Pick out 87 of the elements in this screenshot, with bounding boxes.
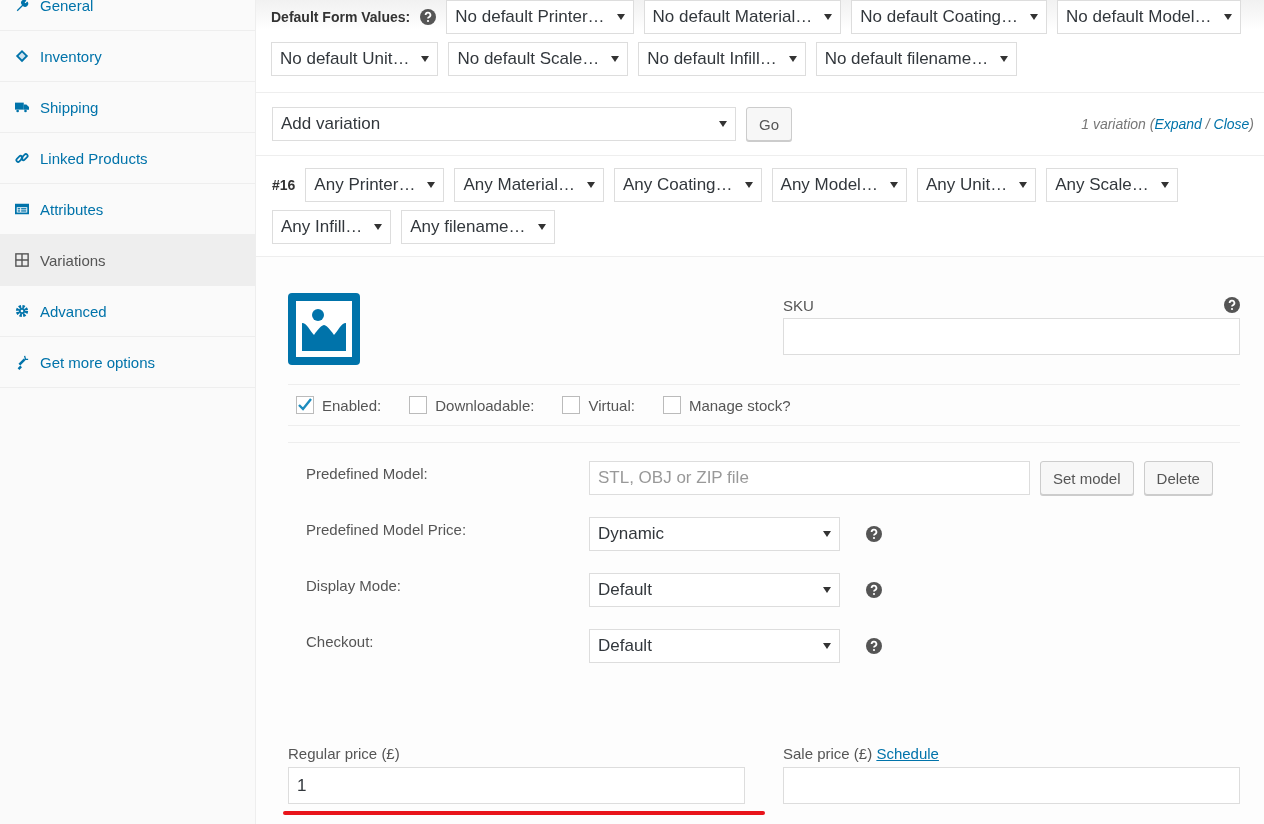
dropdown[interactable]: No default Model… xyxy=(1057,0,1241,34)
sidebar-tab[interactable]: Inventory xyxy=(0,31,255,82)
dropdown[interactable]: No default filename… xyxy=(815,42,1018,76)
caret-icon xyxy=(616,14,625,20)
field-label: Predefined Model Price: xyxy=(306,520,468,538)
sku-field[interactable] xyxy=(783,318,1240,355)
dropdown[interactable]: No default Coating… xyxy=(851,0,1048,34)
field-label: Checkout: xyxy=(306,632,375,650)
dropdown[interactable]: Any Scale… xyxy=(1046,168,1178,202)
delete-button[interactable]: Delete xyxy=(1143,461,1213,495)
help-icon[interactable] xyxy=(866,526,882,542)
go-button[interactable]: Go xyxy=(746,107,792,141)
sidebar-tab[interactable]: Advanced xyxy=(0,286,255,337)
help-icon[interactable] xyxy=(866,582,882,598)
help-icon[interactable] xyxy=(866,638,882,654)
dropdown[interactable]: Any Coating… xyxy=(613,168,762,202)
caret-icon xyxy=(1160,182,1169,188)
sidebar-tab[interactable]: Get more options xyxy=(0,337,255,388)
sidebar-tab[interactable]: Shipping xyxy=(0,82,255,133)
dropdown[interactable]: Any Material… xyxy=(454,168,604,202)
help-icon[interactable] xyxy=(1224,297,1240,313)
dropdown[interactable]: No default Infill… xyxy=(638,42,806,76)
field-label: Default Form Values: xyxy=(271,9,411,25)
caret-icon xyxy=(889,182,898,188)
dropdown[interactable]: Add variation xyxy=(272,107,736,141)
expand-link[interactable]: Expand xyxy=(1154,116,1202,132)
caret-icon xyxy=(744,182,753,188)
image-placeholder-icon[interactable] xyxy=(288,293,360,365)
caret-icon xyxy=(823,531,831,537)
checkbox-label: Virtual: xyxy=(588,396,635,414)
gear-icon xyxy=(15,303,29,319)
checkbox[interactable] xyxy=(296,396,314,414)
link-icon xyxy=(15,150,29,166)
checkbox[interactable] xyxy=(662,396,681,414)
checkbox-label: Enabled: xyxy=(322,396,382,414)
set-model-button[interactable]: Set model xyxy=(1040,461,1134,495)
sidebar-tab[interactable]: General xyxy=(0,0,255,31)
caret-icon xyxy=(1223,14,1232,20)
caret-icon xyxy=(421,56,430,62)
caret-icon xyxy=(1030,14,1039,20)
dropdown[interactable]: Default xyxy=(589,629,840,663)
list-card-icon xyxy=(15,201,29,217)
dropdown[interactable]: Any Model… xyxy=(771,168,907,202)
field-label: Display Mode: xyxy=(306,576,403,594)
dropdown[interactable]: No default Material… xyxy=(643,0,842,34)
caret-icon xyxy=(824,14,833,20)
sale-price-field[interactable] xyxy=(783,767,1240,804)
dropdown[interactable]: Dynamic xyxy=(589,517,840,551)
plug-icon xyxy=(15,354,29,370)
caret-icon xyxy=(427,182,436,188)
caret-icon xyxy=(611,56,620,62)
checkbox[interactable] xyxy=(409,396,428,414)
dropdown[interactable]: Any Unit… xyxy=(916,168,1037,202)
caret-icon xyxy=(823,643,831,649)
sale-price-label: Sale price (£) Schedule xyxy=(783,745,940,762)
sidebar-tab[interactable]: Variations xyxy=(0,235,255,286)
tag-icon xyxy=(15,48,29,64)
schedule-link[interactable]: Schedule xyxy=(876,745,939,762)
grid-icon xyxy=(15,252,29,268)
variation-number: #16 xyxy=(272,177,296,193)
dropdown[interactable]: Any Infill… xyxy=(272,210,392,244)
dropdown[interactable]: Any filename… xyxy=(401,210,555,244)
caret-icon xyxy=(823,587,831,593)
checkbox[interactable] xyxy=(562,396,581,414)
variation-summary: 1 variation (Expand / Close) xyxy=(1081,116,1254,132)
sidebar-tab[interactable]: Linked Products xyxy=(0,133,255,184)
checkbox-label: Manage stock? xyxy=(688,396,791,414)
caret-icon xyxy=(1000,56,1009,62)
regular-price-label: Regular price (£) xyxy=(288,745,401,762)
dropdown[interactable]: No default Unit… xyxy=(271,42,439,76)
regular-price-field[interactable]: 1 xyxy=(288,767,745,804)
dropdown[interactable]: Any Printer… xyxy=(305,168,445,202)
caret-icon xyxy=(537,224,546,230)
caret-icon xyxy=(586,182,595,188)
caret-icon xyxy=(788,56,797,62)
caret-icon xyxy=(1019,182,1028,188)
dropdown[interactable]: No default Printer… xyxy=(446,0,634,34)
dropdown[interactable]: Default xyxy=(589,573,840,607)
caret-icon xyxy=(719,121,727,127)
help-icon[interactable] xyxy=(420,9,437,25)
model-file-field[interactable]: STL, OBJ or ZIP file xyxy=(589,461,1030,495)
caret-icon xyxy=(374,224,383,230)
wrench-icon xyxy=(15,0,29,13)
sku-label: SKU xyxy=(783,297,814,314)
dropdown[interactable]: No default Scale… xyxy=(448,42,629,76)
checkbox-label: Downloadable: xyxy=(435,396,535,414)
field-label: Predefined Model: xyxy=(306,464,429,482)
